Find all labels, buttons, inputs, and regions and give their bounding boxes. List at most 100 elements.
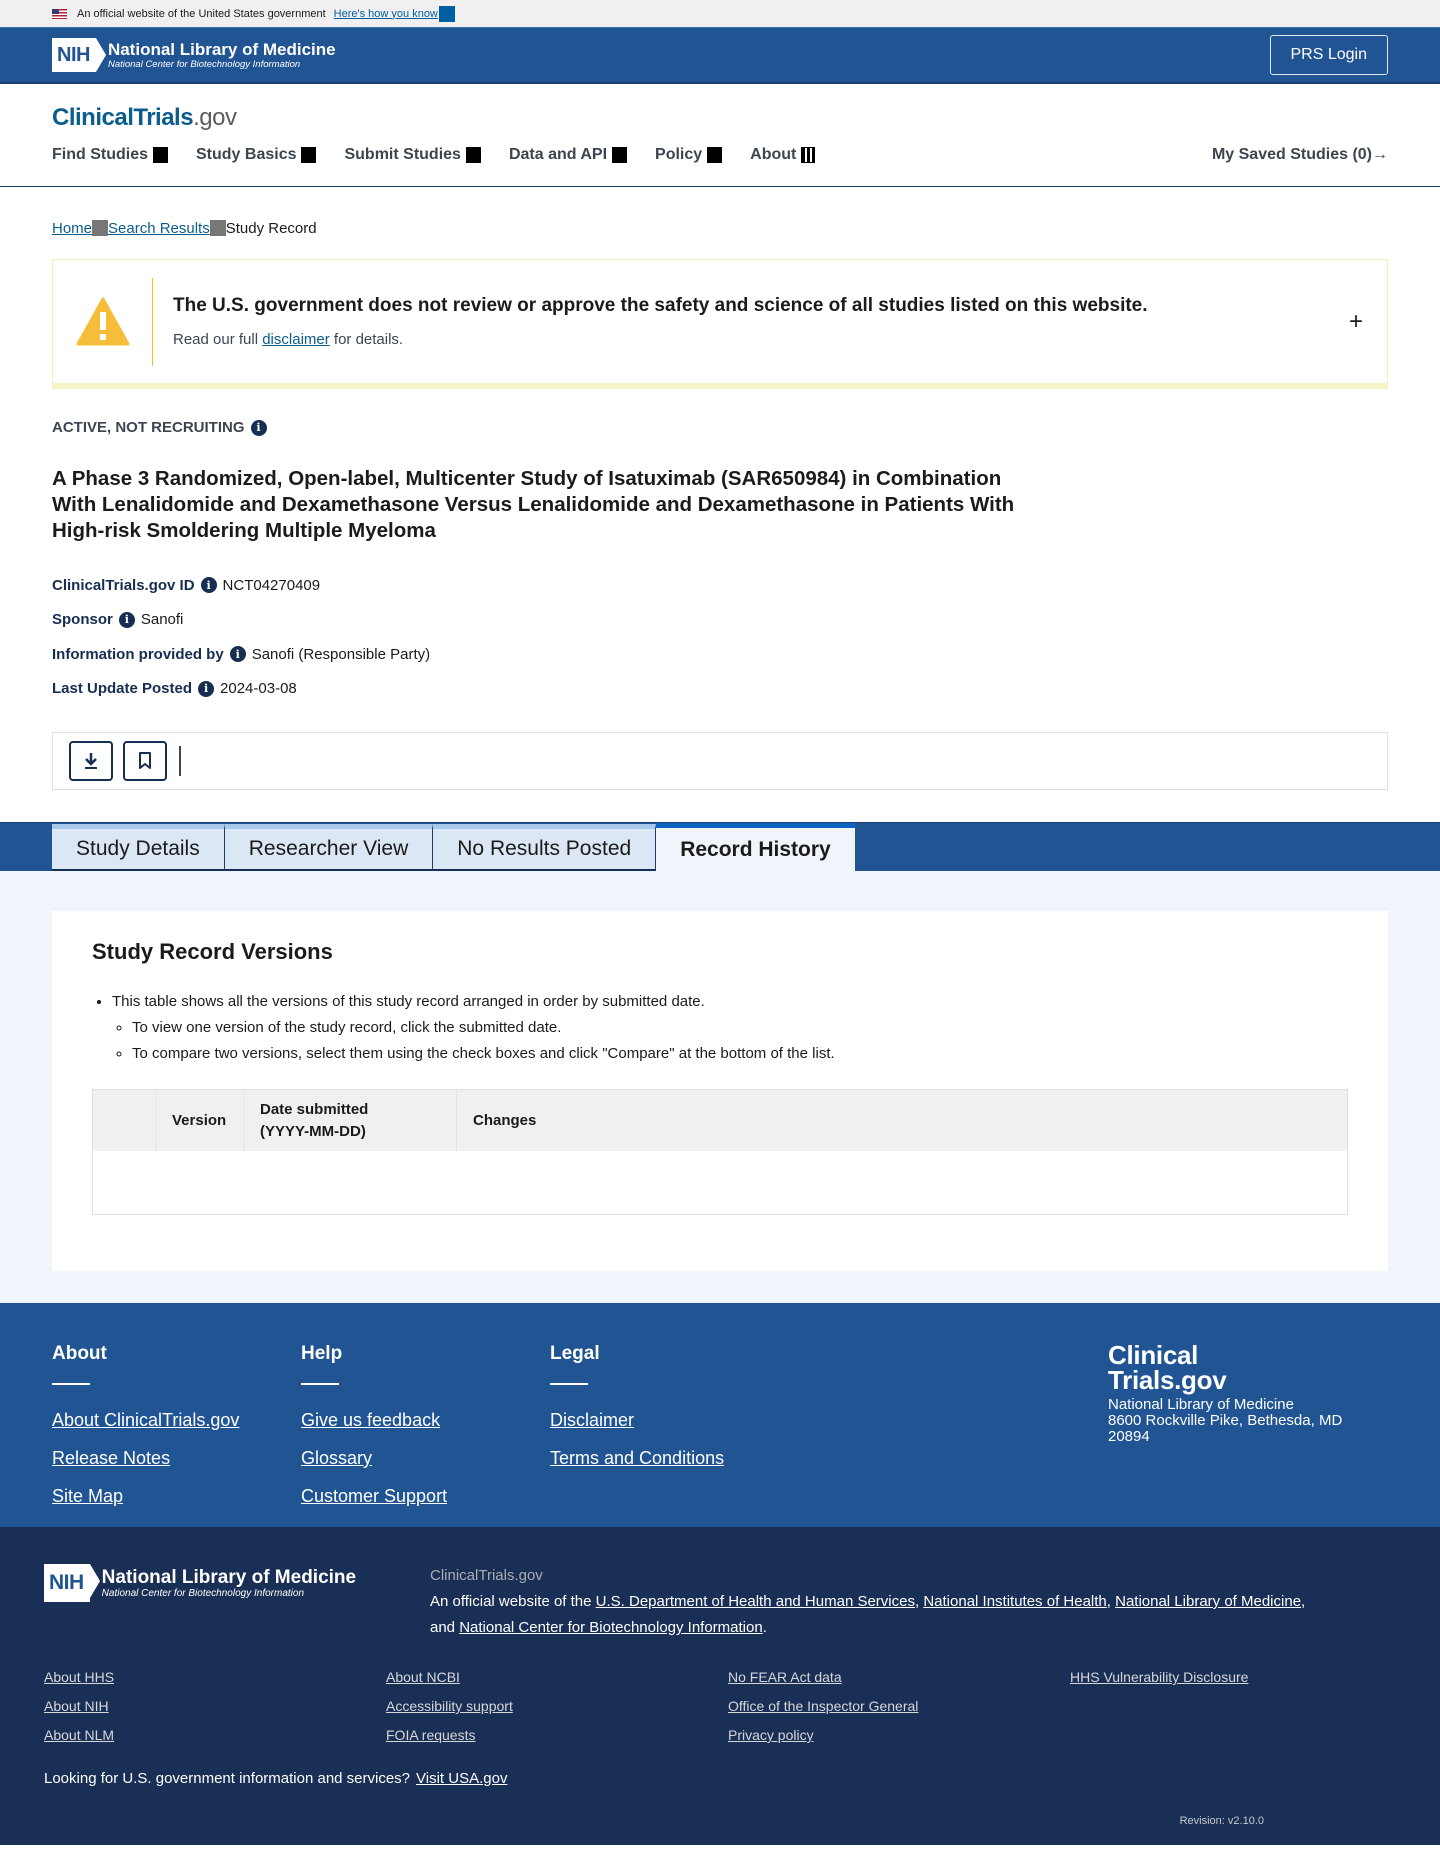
nav-find-studies[interactable]: Find Studies [52,146,168,164]
status-text: ACTIVE, NOT RECRUITING [52,419,245,436]
footer-rule [550,1383,588,1385]
breadcrumb-home[interactable]: Home [52,220,92,237]
tab-no-results-posted[interactable]: No Results Posted [433,824,657,871]
footer-ct-logo[interactable]: Clinical Trials.gov [1108,1342,1388,1393]
nav-label: Policy [655,146,703,163]
and-text: and [430,1619,460,1636]
footer-link[interactable]: Office of the Inspector General [728,1698,918,1714]
footer-link[interactable]: Disclaimer [550,1401,799,1439]
main-nav: Find Studies Study Basics Submit Studies… [52,146,1388,164]
hhs-link[interactable]: U.S. Department of Health and Human Serv… [596,1593,915,1610]
disclaimer-alert: The U.S. government does not review or a… [52,259,1388,389]
footer-link[interactable]: No FEAR Act data [728,1669,842,1685]
section-heading: Study Record Versions [92,939,333,964]
disc-sub-after: for details. [329,331,404,348]
tab-record-history[interactable]: Record History [656,823,855,871]
instruction-item: To compare two versions, select them usi… [132,1041,1348,1067]
meta-label: Information provided by [52,645,224,663]
revision-label: Revision: v2.10.0 [1179,1815,1264,1827]
gov-banner: An official website of the United States… [0,0,1440,27]
visit-usa-gov-link[interactable]: Visit USA.gov [416,1770,507,1787]
record-history-panel: Study Record Versions This table shows a… [0,871,1440,1303]
footer-link[interactable]: Site Map [52,1477,301,1515]
toolbar-divider [179,746,181,776]
footer-link[interactable]: Customer Support [301,1477,550,1515]
instruction-text: This table shows all the versions of thi… [112,993,705,1010]
chevron-down-icon [801,147,816,163]
study-meta: ClinicalTrials.gov ID i NCT04270409 Spon… [52,568,1388,706]
chevron-down-icon [465,147,481,163]
clinicaltrials-logo[interactable]: ClinicalTrials.gov [52,104,1388,132]
my-saved-studies-link[interactable]: My Saved Studies (0)→ [1212,146,1388,164]
how-you-know-link[interactable]: Here's how you know [334,8,438,20]
info-icon[interactable]: i [229,646,246,663]
header-select [93,1090,156,1151]
footer-link[interactable]: Give us feedback [301,1401,550,1439]
download-button[interactable] [69,741,113,781]
tab-researcher-view[interactable]: Researcher View [224,824,434,871]
nav-data-and-api[interactable]: Data and API [509,146,628,164]
logo-main: ClinicalTrials [52,104,194,131]
chevron-down-icon[interactable] [438,5,455,22]
usa-text: Looking for U.S. government information … [44,1770,411,1787]
nav-submit-studies[interactable]: Submit Studies [344,146,481,164]
disc-sub-before: Read our full [173,331,263,348]
save-study-button[interactable] [123,741,167,781]
ncbi-link[interactable]: National Center for Biotechnology Inform… [459,1619,763,1636]
footer-link[interactable]: Release Notes [52,1439,301,1477]
footer-bottom: NIH National Library of Medicine Nationa… [0,1527,1440,1845]
footer-link[interactable]: About NIH [44,1698,109,1714]
breadcrumb-search-results[interactable]: Search Results [108,220,210,237]
chevron-down-icon [153,147,168,163]
nav-label: Find Studies [52,146,148,163]
nav-label: Study Basics [196,146,297,163]
footer-link[interactable]: About NLM [44,1727,114,1743]
prs-login-button[interactable]: PRS Login [1269,35,1388,75]
meta-value: 2024-03-08 [220,680,297,698]
footer-link[interactable]: HHS Vulnerability Disclosure [1070,1669,1248,1685]
footer-link[interactable]: Glossary [301,1439,550,1477]
meta-label: ClinicalTrials.gov ID [52,576,195,594]
expand-plus-icon[interactable]: + [1349,308,1363,336]
info-icon[interactable]: i [198,680,215,697]
study-record-versions-card: Study Record Versions This table shows a… [52,911,1388,1271]
footer-link[interactable]: Accessibility support [386,1698,513,1714]
footer-link[interactable]: Terms and Conditions [550,1439,799,1477]
info-icon[interactable]: i [200,577,217,594]
footer-link[interactable]: About HHS [44,1669,114,1685]
nav-study-basics[interactable]: Study Basics [196,146,317,164]
footer-rule [52,1383,90,1385]
chevron-down-icon [612,147,628,163]
footer-nlm-logo[interactable]: NIH National Library of Medicine Nationa… [44,1563,430,1603]
table-body [93,1151,1347,1214]
footer-link[interactable]: About ClinicalTrials.gov [52,1401,301,1439]
disclaimer-title: The U.S. government does not review or a… [173,295,1148,316]
nlm-logo[interactable]: NIH National Library of Medicine Nationa… [52,38,336,72]
info-icon[interactable]: i [118,611,135,628]
download-icon [85,753,97,769]
disclaimer-link[interactable]: disclaimer [262,331,330,348]
footer-link[interactable]: Privacy policy [728,1727,814,1743]
footer-col-legal: Legal Disclaimer Terms and Conditions [550,1343,799,1527]
nav-about[interactable]: About [750,146,816,164]
footer-heading: Legal [550,1343,600,1364]
warning-icon [53,297,152,347]
instruction-item: To view one version of the study record,… [132,1015,1348,1041]
info-icon[interactable]: i [250,419,267,436]
meta-sponsor: Sponsor i Sanofi [52,603,1388,638]
nav-policy[interactable]: Policy [655,146,723,164]
address-line: National Library of Medicine [1108,1396,1294,1413]
chevron-down-icon [301,147,317,163]
nlm-link[interactable]: National Library of Medicine [1115,1593,1301,1610]
usa-gov-line: Looking for U.S. government information … [44,1770,1396,1787]
footer-link[interactable]: FOIA requests [386,1727,475,1743]
chevron-down-icon [707,147,723,163]
gov-banner-text: An official website of the United States… [77,7,326,20]
official-website-info: ClinicalTrials.gov An official website o… [430,1563,1305,1641]
nav-label: About [750,146,797,163]
footer-link[interactable]: About NCBI [386,1669,460,1685]
chevron-right-icon [92,220,109,236]
nih-link[interactable]: National Institutes of Health [923,1593,1106,1610]
us-flag-icon [52,8,67,19]
tab-study-details[interactable]: Study Details [52,824,225,871]
